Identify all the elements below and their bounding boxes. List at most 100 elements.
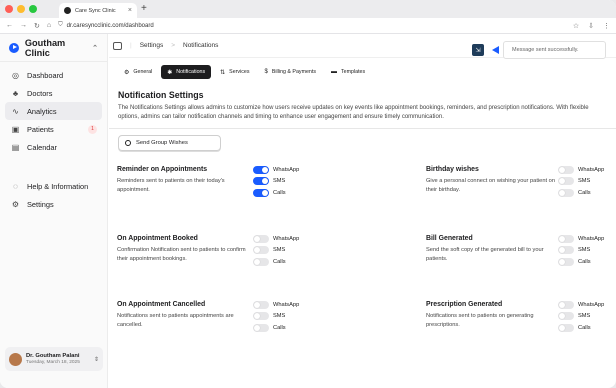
sidebar-item-help-information[interactable]: ◌ Help & Information — [5, 177, 102, 195]
analytics-icon: ∿ — [12, 106, 19, 116]
toggle-sms[interactable] — [558, 177, 574, 186]
home-icon[interactable]: ⌂ — [47, 22, 51, 29]
chevron-updown-icon: ⇕ — [93, 356, 99, 363]
toggle-knob — [262, 189, 268, 196]
toggle-row: WhatsApp — [558, 233, 616, 245]
channel-toggles: WhatsApp SMS Calls — [253, 299, 343, 334]
toggle-calls[interactable] — [253, 257, 269, 266]
toggle-knob — [559, 247, 565, 254]
sidebar-item-label: Analytics — [27, 106, 57, 116]
toggle-knob — [559, 258, 565, 265]
toggle-row: SMS — [558, 245, 616, 257]
favicon-icon — [64, 7, 71, 14]
toggle-knob — [559, 189, 565, 196]
tab-title: Care Sync Clinic — [75, 7, 116, 14]
toggle-whatsapp[interactable] — [253, 234, 269, 243]
new-tab-button[interactable]: + — [141, 3, 147, 14]
url-field[interactable]: dr.caresyncclinic.com/dashboard — [67, 23, 154, 29]
patients-icon: ▣ — [11, 124, 20, 134]
channel-label: SMS — [273, 247, 286, 254]
channel-label: Calls — [273, 324, 286, 331]
notification-section: On Appointment Booked Confirmation Notifi… — [117, 234, 357, 266]
notification-section: Birthday wishes Give a personal connect o… — [426, 165, 616, 197]
sidebar-toggle-icon[interactable] — [113, 41, 122, 50]
close-tab-icon[interactable]: × — [128, 7, 132, 14]
sidebar-item-settings[interactable]: ⚙ Settings — [5, 195, 102, 213]
clinic-switcher[interactable]: Goutham Clinic ⌃ — [0, 34, 107, 61]
chevron-updown-icon: ⌃ — [92, 44, 98, 52]
toggle-whatsapp[interactable] — [558, 234, 574, 243]
channel-label: WhatsApp — [273, 235, 300, 242]
toggle-whatsapp[interactable] — [558, 300, 574, 309]
channel-label: Calls — [273, 258, 286, 265]
toggle-whatsapp[interactable] — [558, 165, 574, 174]
breadcrumb-settings[interactable]: Settings — [140, 42, 164, 49]
tab-general[interactable]: ⚙ General — [118, 65, 158, 79]
patients-badge: 1 — [88, 124, 97, 134]
toggle-calls[interactable] — [558, 257, 574, 266]
toggle-whatsapp[interactable] — [253, 300, 269, 309]
tab-services[interactable]: ⇅ Services — [214, 65, 255, 79]
toast-arrow-icon — [492, 46, 499, 54]
toggle-knob — [559, 313, 565, 320]
toast-trigger-button[interactable]: ⇲ — [472, 44, 484, 56]
section-description: Give a personal connect on wishing your … — [426, 178, 555, 193]
maximize-window-button[interactable] — [29, 5, 37, 13]
forward-icon[interactable]: → — [20, 22, 27, 29]
toggle-row: WhatsApp — [558, 164, 616, 176]
toggle-knob — [262, 178, 268, 185]
sidebar-item-label: Dashboard — [27, 70, 64, 80]
toggle-knob — [559, 235, 565, 242]
minimize-window-button[interactable] — [17, 5, 25, 13]
toggle-knob — [559, 324, 565, 331]
sidebar-item-label: Help & Information — [27, 181, 89, 191]
toggle-sms[interactable] — [253, 246, 269, 255]
bookmark-icon[interactable]: ☆ — [573, 22, 579, 30]
send-group-wishes-label: Send Group Wishes — [136, 140, 188, 146]
bell-icon: ✱ — [167, 69, 173, 76]
avatar — [9, 352, 22, 366]
channel-toggles: WhatsApp SMS Calls — [558, 299, 616, 334]
back-icon[interactable]: ← — [6, 22, 13, 29]
close-window-button[interactable] — [5, 5, 13, 13]
reload-icon[interactable]: ↻ — [34, 22, 40, 30]
toggle-sms[interactable] — [558, 246, 574, 255]
toggle-knob — [254, 301, 260, 308]
tab-billing-payments[interactable]: $ Billing & Payments — [258, 65, 322, 79]
toggle-calls[interactable] — [558, 188, 574, 197]
sidebar-item-patients[interactable]: ▣ Patients 1 — [5, 120, 102, 138]
toggle-row: Calls — [558, 187, 616, 199]
site-info-icon[interactable]: ⛉ — [58, 22, 63, 29]
sidebar-item-analytics[interactable]: ∿ Analytics — [5, 102, 102, 120]
menu-icon[interactable]: ⋮ — [603, 22, 610, 30]
toggle-sms[interactable] — [253, 177, 269, 186]
tab-templates[interactable]: ▬ Templates — [325, 65, 371, 79]
toggle-sms[interactable] — [558, 312, 574, 321]
sidebar: Goutham Clinic ⌃ ◎ Dashboard ♣ Doctors ∿ Anal… — [0, 34, 108, 388]
channel-label: WhatsApp — [578, 166, 605, 173]
notification-section: Reminder on Appointments Reminders sent t… — [117, 164, 357, 197]
tab-notifications[interactable]: ✱ Notifications — [161, 65, 212, 79]
toggle-calls[interactable] — [253, 323, 269, 332]
help-icon: ◌ — [13, 181, 18, 191]
user-profile[interactable]: Dr. Goutham Palani Tuesday, March 18, 20… — [5, 347, 103, 371]
toggle-sms[interactable] — [253, 312, 269, 321]
send-group-wishes-button[interactable]: Send Group Wishes — [118, 135, 221, 151]
toggle-calls[interactable] — [558, 323, 574, 332]
browser-tab[interactable]: Care Sync Clinic × — [59, 3, 137, 18]
toggle-calls[interactable] — [253, 188, 269, 197]
channel-toggles: WhatsApp SMS Calls — [558, 164, 616, 199]
extensions-icon[interactable]: ⇩ — [588, 22, 594, 30]
sidebar-item-dashboard[interactable]: ◎ Dashboard — [5, 66, 102, 84]
channel-label: SMS — [578, 247, 591, 254]
toggle-row: SMS — [558, 176, 616, 188]
toggle-row: WhatsApp — [253, 164, 343, 176]
tab-label: Notifications — [176, 69, 206, 75]
sidebar-item-label: Settings — [27, 199, 54, 209]
section-description: Send the soft copy of the generated bill… — [426, 247, 544, 262]
toast-message: Message sent successfully. — [503, 41, 606, 59]
sidebar-item-calendar[interactable]: ▤ Calendar — [5, 138, 102, 156]
settings-tabs: ⚙ General ✱ Notifications ⇅ Services $ Billing … — [118, 65, 616, 79]
sidebar-item-doctors[interactable]: ♣ Doctors — [5, 84, 102, 102]
toggle-whatsapp[interactable] — [253, 165, 269, 174]
